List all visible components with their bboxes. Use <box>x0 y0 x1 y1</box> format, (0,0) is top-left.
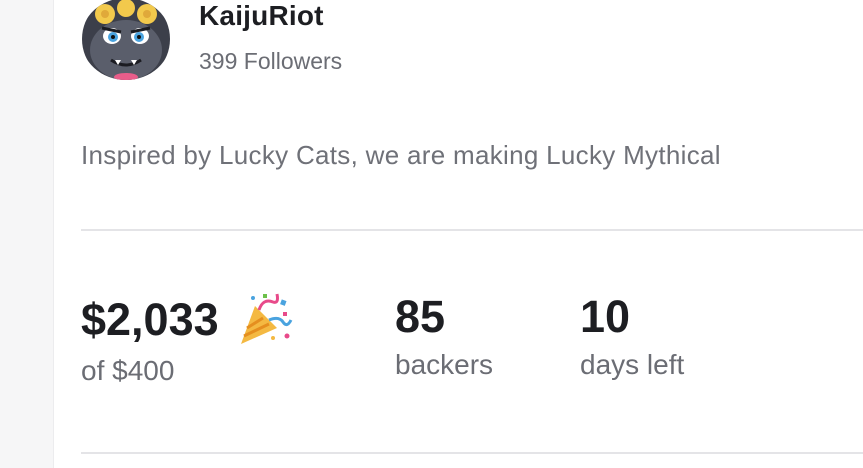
campaign-summary: KaijuRiot 399 Followers Inspired by Luck… <box>81 0 863 468</box>
divider <box>81 452 863 454</box>
divider <box>81 229 863 231</box>
pledged-goal: of $400 <box>81 355 175 386</box>
follower-count: 399 Followers <box>199 48 343 74</box>
backers-label: backers <box>395 349 494 380</box>
stat-backers: 85 backers <box>395 290 493 382</box>
party-popper-icon <box>233 290 293 350</box>
campaign-description: Inspired by Lucky Cats, we are making Lu… <box>81 140 721 170</box>
kaiju-avatar-icon[interactable] <box>81 0 171 80</box>
pledged-amount: $2,033 <box>81 294 219 345</box>
creator-name[interactable]: KaijuRiot <box>199 0 324 32</box>
days-left-count: 10 <box>580 291 631 342</box>
stat-days-left: 10 days left <box>580 290 684 382</box>
campaign-page: KaijuRiot 399 Followers Inspired by Luck… <box>0 0 863 468</box>
stat-pledged: $2,033 of $400 <box>81 290 293 388</box>
left-gutter <box>0 0 54 468</box>
backers-count: 85 <box>395 291 446 342</box>
days-left-label: days left <box>580 349 685 380</box>
